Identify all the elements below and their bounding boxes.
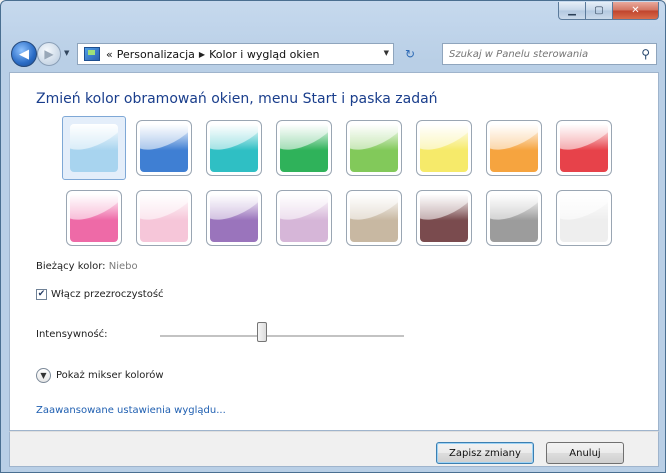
swatch-color <box>280 124 328 172</box>
back-button[interactable]: ◀ <box>11 41 37 67</box>
refresh-icon: ↻ <box>404 47 416 61</box>
current-color-value: Niebo <box>108 261 138 272</box>
save-changes-button[interactable]: Zapisz zmiany <box>436 442 534 464</box>
refresh-button[interactable]: ↻ <box>400 45 420 63</box>
color-swatch[interactable] <box>276 190 332 246</box>
color-swatch[interactable] <box>206 120 262 176</box>
color-swatch[interactable] <box>346 190 402 246</box>
color-swatch[interactable] <box>346 120 402 176</box>
swatch-color <box>420 194 468 242</box>
breadcrumb-current[interactable]: Kolor i wygląd okien <box>209 48 319 61</box>
chevron-down-icon[interactable]: ▼ <box>36 368 51 383</box>
close-icon: ✕ <box>631 5 640 16</box>
color-swatch[interactable] <box>416 190 472 246</box>
maximize-icon: ▢ <box>594 5 604 16</box>
checkbox-check-icon[interactable]: ✔ <box>36 289 47 300</box>
swatch-color <box>420 124 468 172</box>
color-mixer-toggle[interactable]: ▼ Pokaż mikser kolorów <box>36 368 164 383</box>
close-button[interactable]: ✕ <box>613 2 659 20</box>
intensity-slider-track[interactable] <box>160 335 404 338</box>
color-swatch[interactable] <box>276 120 332 176</box>
swatch-color <box>210 124 258 172</box>
swatch-color <box>140 194 188 242</box>
back-arrow-icon: ◀ <box>19 46 29 62</box>
search-box[interactable]: ⚲ <box>442 43 657 65</box>
swatch-color <box>350 124 398 172</box>
forward-arrow-icon: ▶ <box>44 47 54 61</box>
swatch-color <box>210 194 258 242</box>
color-swatch[interactable] <box>206 190 262 246</box>
swatch-color <box>280 194 328 242</box>
button-bar: Zapisz zmiany Anuluj <box>9 431 659 467</box>
window-controls: ▁ ▢ ✕ <box>558 2 659 20</box>
search-input[interactable] <box>443 47 631 61</box>
breadcrumb-personalization[interactable]: Personalizacja <box>117 48 195 61</box>
swatch-color <box>350 194 398 242</box>
transparency-label[interactable]: Włącz przezroczystość <box>51 289 164 300</box>
current-color-label: Bieżący kolor: <box>36 261 106 272</box>
advanced-appearance-link[interactable]: Zaawansowane ustawienia wyglądu... <box>36 405 226 416</box>
swatch-color <box>560 124 608 172</box>
color-swatch[interactable] <box>556 190 612 246</box>
search-icon[interactable]: ⚲ <box>641 47 650 61</box>
color-swatch[interactable] <box>136 190 192 246</box>
color-swatch[interactable] <box>136 120 192 176</box>
minimize-icon: ▁ <box>568 5 576 16</box>
address-prefix[interactable]: « <box>106 48 113 61</box>
address-bar[interactable]: « Personalizacja ▶ Kolor i wygląd okien … <box>77 43 394 65</box>
swatch-color <box>70 124 118 172</box>
window: ▁ ▢ ✕ ◀ ▶ ▼ « Personalizacja ▶ Kolor i w… <box>0 0 666 473</box>
history-dropdown[interactable]: ▼ <box>64 49 69 57</box>
minimize-button[interactable]: ▁ <box>558 2 586 20</box>
intensity-slider-thumb[interactable] <box>257 322 268 342</box>
swatch-color <box>490 124 538 172</box>
address-dropdown-icon[interactable]: ▼ <box>384 49 389 57</box>
control-panel-icon <box>84 47 100 61</box>
breadcrumb-separator-icon[interactable]: ▶ <box>199 50 205 59</box>
swatch-color <box>140 124 188 172</box>
main-content: Zmień kolor obramowań okien, menu Start … <box>9 72 659 431</box>
swatch-color <box>560 194 608 242</box>
color-swatch[interactable] <box>556 120 612 176</box>
color-swatch[interactable] <box>416 120 472 176</box>
current-color: Bieżący kolor: Niebo <box>36 261 138 272</box>
color-swatch[interactable] <box>62 116 126 180</box>
color-swatch[interactable] <box>66 190 122 246</box>
page-title: Zmień kolor obramowań okien, menu Start … <box>36 91 438 107</box>
swatch-color <box>490 194 538 242</box>
forward-button[interactable]: ▶ <box>37 42 61 66</box>
intensity-label: Intensywność: <box>36 329 108 340</box>
chevron-down-icon: ▼ <box>64 49 70 57</box>
swatch-color <box>70 194 118 242</box>
color-swatch[interactable] <box>486 190 542 246</box>
transparency-checkbox[interactable]: ✔ Włącz przezroczystość <box>36 289 164 300</box>
color-mixer-label[interactable]: Pokaż mikser kolorów <box>56 370 164 381</box>
cancel-button[interactable]: Anuluj <box>546 442 624 464</box>
navigation-bar: ◀ ▶ ▼ « Personalizacja ▶ Kolor i wygląd … <box>1 33 665 71</box>
maximize-button[interactable]: ▢ <box>586 2 613 20</box>
title-bar: ▁ ▢ ✕ <box>1 1 665 33</box>
color-swatch[interactable] <box>486 120 542 176</box>
